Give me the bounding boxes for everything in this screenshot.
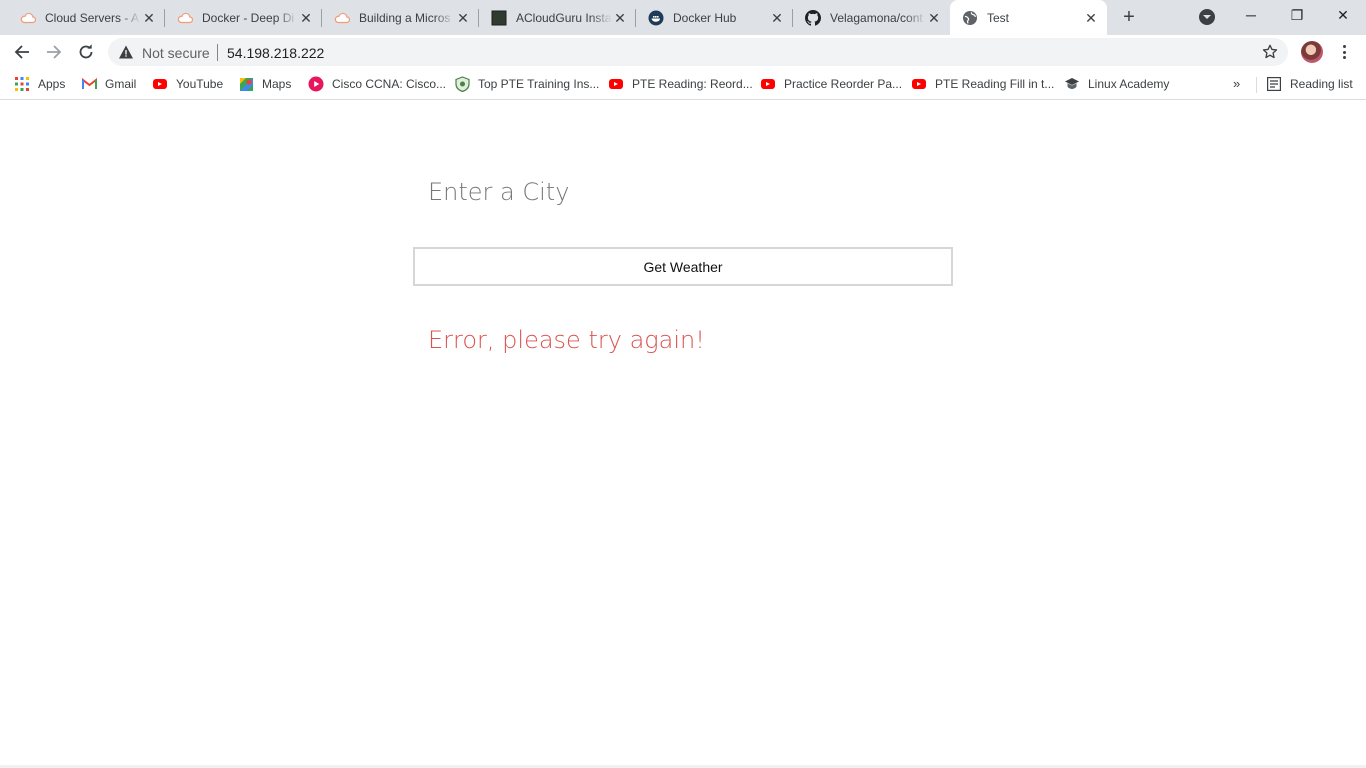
globe-icon [962, 10, 978, 26]
reload-button[interactable] [73, 39, 99, 65]
warning-icon[interactable] [118, 44, 134, 60]
bookmark-pte-reading-fill[interactable]: PTE Reading Fill in t... [911, 75, 1054, 93]
tab-title: ACloudGuru Insta [516, 10, 612, 25]
gmail-icon [81, 76, 97, 92]
terminal-icon [491, 10, 507, 26]
bookmark-apps[interactable]: Apps [14, 75, 65, 93]
cloud-icon [177, 10, 193, 26]
bookmark-gmail[interactable]: Gmail [81, 75, 136, 93]
profile-avatar[interactable] [1301, 41, 1323, 63]
tab-title: Velagamona/cont [830, 10, 923, 25]
tab-search-icon[interactable] [1199, 9, 1215, 25]
bookmark-maps[interactable]: Maps [238, 75, 291, 93]
tab-github-velagamona[interactable]: Velagamona/cont ✕ [793, 0, 950, 35]
github-icon [805, 9, 821, 26]
shield-icon [454, 76, 470, 92]
youtube-icon [152, 76, 168, 92]
omnibox-divider [217, 44, 218, 61]
bookmark-label: Maps [262, 77, 292, 91]
bookmark-youtube[interactable]: YouTube [152, 75, 223, 93]
tab-test-active[interactable]: Test ✕ [950, 0, 1107, 35]
forward-arrow-icon [47, 45, 62, 59]
bookmark-practice-reorder[interactable]: Practice Reorder Pa... [760, 75, 902, 93]
url-text[interactable]: 54.198.218.222 [227, 45, 324, 61]
new-tab-button[interactable]: + [1118, 6, 1140, 28]
error-message: Error, please try again! [428, 326, 705, 354]
youtube-icon [911, 76, 927, 92]
bookmarks-separator [1256, 77, 1257, 93]
forward-button[interactable] [41, 39, 67, 65]
more-menu-icon[interactable] [1335, 43, 1353, 61]
page-content: Get Weather Error, please try again! [0, 101, 1366, 768]
reading-list-icon [1266, 76, 1282, 92]
tab-strip: Cloud Servers - A ✕ Docker - Deep Di ✕ B… [0, 0, 1366, 35]
tab-docker-hub[interactable]: Docker Hub ✕ [636, 0, 793, 35]
bookmark-label: Gmail [105, 77, 137, 91]
browser-toolbar: Not secure 54.198.218.222 [0, 35, 1366, 69]
close-window-button[interactable]: ✕ [1320, 0, 1366, 30]
maps-icon [238, 76, 254, 92]
youtube-icon [608, 76, 624, 92]
bookmark-top-pte-training[interactable]: Top PTE Training Ins... [454, 75, 599, 93]
close-tab-icon[interactable]: ✕ [1083, 10, 1099, 26]
back-arrow-icon [14, 45, 29, 59]
reload-icon [79, 44, 93, 59]
bookmark-label: Linux Academy [1088, 77, 1170, 91]
bookmark-star-icon[interactable] [1260, 42, 1280, 62]
tab-title: Cloud Servers - A [45, 10, 140, 25]
tab-acloudguru-instance[interactable]: ACloudGuru Insta ✕ [479, 0, 636, 35]
apps-grid-icon [14, 76, 30, 92]
bookmark-label: Practice Reorder Pa... [784, 77, 903, 91]
tab-building-microservice[interactable]: Building a Micros ✕ [322, 0, 479, 35]
tab-title: Docker Hub [673, 10, 737, 25]
close-tab-icon[interactable]: ✕ [769, 10, 785, 26]
security-status[interactable]: Not secure [142, 45, 210, 61]
bookmarks-bar: Apps Gmail YouTube Maps Cisco CCNA: Cisc… [0, 69, 1366, 100]
bookmark-label: Top PTE Training Ins... [478, 77, 600, 91]
address-bar[interactable]: Not secure 54.198.218.222 [108, 38, 1288, 66]
tab-title: Building a Micros [359, 10, 451, 25]
tab-title: Test [987, 10, 1010, 25]
bookmark-cisco-ccna[interactable]: Cisco CCNA: Cisco... [308, 75, 446, 93]
get-weather-button[interactable]: Get Weather [413, 247, 953, 286]
bookmark-label: Cisco CCNA: Cisco... [332, 77, 447, 91]
podcast-icon [308, 76, 324, 92]
close-tab-icon[interactable]: ✕ [926, 10, 942, 26]
back-button[interactable] [9, 39, 35, 65]
reading-list-label: Reading list [1290, 77, 1353, 91]
tab-docker-deep-dive[interactable]: Docker - Deep Di ✕ [165, 0, 322, 35]
graduation-cap-icon [1064, 76, 1080, 92]
more-bookmarks-button[interactable]: » [1233, 76, 1240, 91]
close-tab-icon[interactable]: ✕ [141, 10, 157, 26]
bookmark-linux-academy[interactable]: Linux Academy [1064, 75, 1169, 93]
tab-title: Docker - Deep Di [202, 10, 295, 25]
bookmark-label: Apps [38, 77, 66, 91]
youtube-icon [760, 76, 776, 92]
restore-button[interactable]: ❐ [1274, 0, 1320, 30]
close-tab-icon[interactable]: ✕ [298, 10, 314, 26]
minimize-button[interactable]: ─ [1228, 0, 1274, 30]
cloud-icon [20, 10, 36, 26]
cloud-icon [334, 10, 350, 26]
tab-cloud-servers[interactable]: Cloud Servers - A ✕ [8, 0, 165, 35]
city-input[interactable] [414, 169, 952, 215]
docker-icon [648, 10, 664, 26]
bookmark-label: YouTube [176, 77, 224, 91]
close-tab-icon[interactable]: ✕ [612, 10, 628, 26]
reading-list-button[interactable]: Reading list [1266, 75, 1353, 93]
bookmark-label: PTE Reading: Reord... [632, 77, 753, 91]
bookmark-pte-reading-reorder[interactable]: PTE Reading: Reord... [608, 75, 753, 93]
close-tab-icon[interactable]: ✕ [455, 10, 471, 26]
bookmark-label: PTE Reading Fill in t... [935, 77, 1055, 91]
